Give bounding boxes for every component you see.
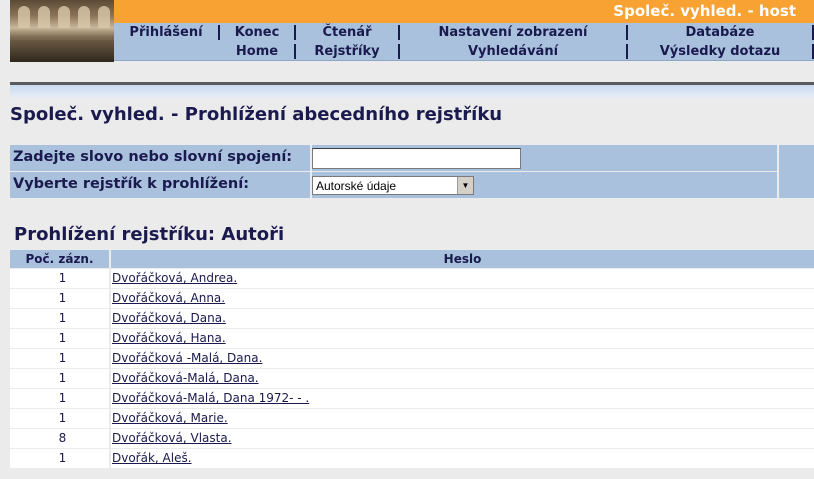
nav-display-settings[interactable]: Nastavení zobrazení — [400, 25, 628, 40]
record-count: 1 — [10, 389, 111, 408]
word-label: Zadejte slovo nebo slovní spojení: — [13, 149, 293, 165]
heading-cell: Dvořáčková, Vlasta. — [111, 429, 814, 448]
nav-indexes[interactable]: Rejstříky — [296, 43, 400, 59]
index-select[interactable]: Autorské údaje ▼ — [312, 176, 474, 195]
record-count: 1 — [10, 269, 111, 288]
table-row: 1 Dvořáčková -Malá, Dana. — [10, 348, 814, 368]
header-banner: Společ. vyhled. - host — [114, 0, 814, 23]
heading-link[interactable]: Dvořáčková, Vlasta. — [112, 431, 232, 445]
heading-cell: Dvořák, Aleš. — [111, 449, 814, 468]
heading-link[interactable]: Dvořáčková, Marie. — [112, 411, 228, 425]
record-count: 1 — [10, 309, 111, 328]
nav-row-bottom: Home Rejstříky Vyhledávání Výsledky dota… — [114, 42, 814, 61]
heading-cell: Dvořáčková, Marie. — [111, 409, 814, 428]
table-row: 1 Dvořáčková, Hana. — [10, 328, 814, 348]
record-count: 1 — [10, 289, 111, 308]
table-row: 1 Dvořáčková, Anna. — [10, 288, 814, 308]
heading-link[interactable]: Dvořáčková -Malá, Dana. — [112, 351, 262, 365]
heading-cell: Dvořáčková, Dana. — [111, 309, 814, 328]
library-logo-image — [10, 0, 114, 62]
section-title: Prohlížení rejstříku: Autoři — [14, 224, 285, 245]
nav-logout[interactable]: Konec — [220, 25, 296, 40]
heading-link[interactable]: Dvořáčková, Anna. — [112, 291, 225, 305]
table-row: 8 Dvořáčková, Vlasta. — [10, 428, 814, 448]
form-right-cell — [777, 145, 814, 198]
record-count: 1 — [10, 369, 111, 388]
heading-link[interactable]: Dvořáčková, Andrea. — [112, 271, 237, 285]
col-heading-header[interactable]: Heslo — [111, 250, 814, 268]
word-input[interactable] — [312, 148, 521, 169]
record-count: 1 — [10, 329, 111, 348]
nav-databases[interactable]: Databáze — [628, 25, 814, 40]
index-label: Vyberte rejstřík k prohlížení: — [13, 176, 249, 192]
table-row: 1 Dvořáčková, Andrea. — [10, 268, 814, 288]
nav-empty — [114, 44, 220, 59]
nav-search[interactable]: Vyhledávání — [400, 43, 628, 59]
heading-cell: Dvořáčková-Malá, Dana. — [111, 369, 814, 388]
table-body: 1 Dvořáčková, Andrea. 1 Dvořáčková, Anna. 1 D… — [10, 268, 814, 468]
dropdown-arrow-icon[interactable]: ▼ — [457, 177, 473, 194]
header-gradient-bar — [10, 85, 814, 100]
heading-link[interactable]: Dvořáčková-Malá, Dana. — [112, 371, 259, 385]
nav-home[interactable]: Home — [220, 43, 296, 59]
banner-title: Společ. vyhled. - host — [613, 2, 796, 20]
nav-login[interactable]: Přihlášení — [114, 25, 220, 40]
page-title: Společ. vyhled. - Prohlížení abecedního … — [10, 104, 503, 125]
table-row: 1 Dvořáčková, Dana. — [10, 308, 814, 328]
heading-cell: Dvořáčková-Malá, Dana 1972- - . — [111, 389, 814, 408]
browse-form: Zadejte slovo nebo slovní spojení: Vyber… — [10, 145, 814, 199]
nav-row-top: Přihlášení Konec Čtenář Nastavení zobraz… — [114, 23, 814, 42]
heading-link[interactable]: Dvořáčková, Hana. — [112, 331, 226, 345]
record-count: 1 — [10, 349, 111, 368]
record-count: 1 — [10, 449, 111, 468]
table-row: 1 Dvořáčková-Malá, Dana. — [10, 368, 814, 388]
heading-link[interactable]: Dvořáčková, Dana. — [112, 311, 226, 325]
record-count: 8 — [10, 429, 111, 448]
col-count-header[interactable]: Poč. zázn. — [10, 250, 111, 268]
index-select-value: Autorské údaje — [316, 179, 397, 193]
nav-reader[interactable]: Čtenář — [296, 25, 400, 40]
table-row: 1 Dvořáčková, Marie. — [10, 408, 814, 428]
heading-cell: Dvořáčková, Anna. — [111, 289, 814, 308]
heading-cell: Dvořáčková, Hana. — [111, 329, 814, 348]
heading-link[interactable]: Dvořáčková-Malá, Dana 1972- - . — [112, 391, 309, 405]
table-row: 1 Dvořáčková-Malá, Dana 1972- - . — [10, 388, 814, 408]
nav-query-results[interactable]: Výsledky dotazu — [628, 43, 814, 59]
heading-link[interactable]: Dvořák, Aleš. — [112, 451, 192, 465]
heading-cell: Dvořáčková, Andrea. — [111, 269, 814, 288]
heading-cell: Dvořáčková -Malá, Dana. — [111, 349, 814, 368]
table-header: Poč. zázn. Heslo — [10, 250, 814, 268]
index-table: Poč. zázn. Heslo 1 Dvořáčková, Andrea. 1 Dv… — [10, 250, 814, 468]
record-count: 1 — [10, 409, 111, 428]
table-row: 1 Dvořák, Aleš. — [10, 448, 814, 468]
